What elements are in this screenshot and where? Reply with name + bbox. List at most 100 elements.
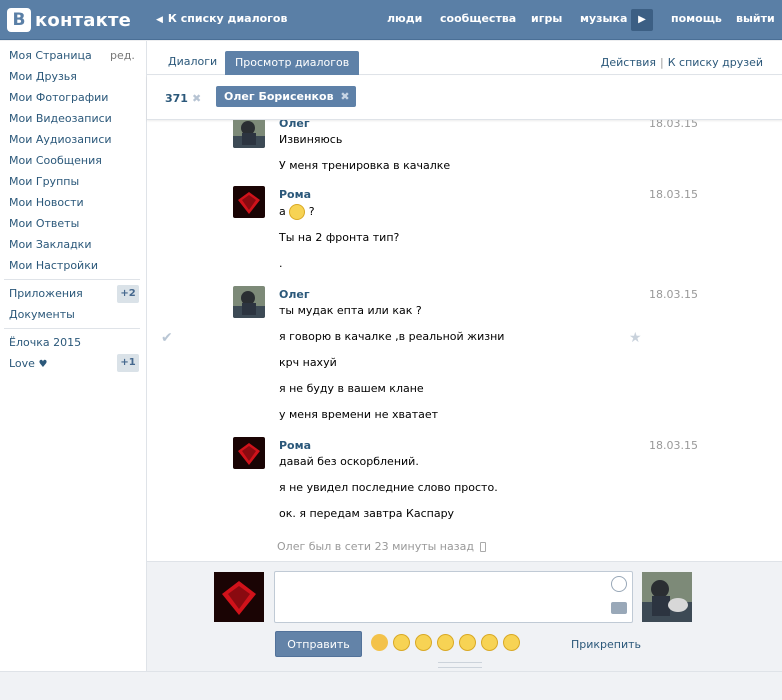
actions-link[interactable]: Действия	[601, 56, 656, 69]
message-history[interactable]: Олег 18.03.15 Извиняюсь У меня тренировк…	[147, 120, 782, 561]
to-friends-link[interactable]: К списку друзей	[668, 56, 763, 69]
message-text: я говорю в качалке ,в реальной жизни	[279, 330, 505, 343]
message-text: а ?	[279, 204, 315, 220]
vk-logo[interactable]: В контакте	[7, 7, 131, 33]
message-text: крч нахуй	[279, 356, 337, 369]
sidebar-item-love[interactable]: Love ♥	[9, 354, 47, 374]
play-icon[interactable]: ▶	[631, 9, 653, 31]
dialog-chips: 371 ✖ Олег Борисенков ✖	[147, 76, 782, 120]
nav-logout[interactable]: выйти	[736, 12, 775, 25]
sidebar-item-documents[interactable]: Документы	[9, 305, 75, 325]
message-author[interactable]: Олег	[279, 288, 310, 301]
neutral-face-emoji-icon[interactable]	[393, 634, 410, 651]
nav-help[interactable]: помощь	[671, 12, 722, 25]
nav-communities[interactable]: сообщества	[440, 12, 516, 25]
grinning-face-emoji-icon[interactable]	[459, 634, 476, 651]
message-text: Ты на 2 фронта тип?	[279, 231, 400, 244]
message-text: у меня времени не хватает	[279, 408, 439, 421]
sidebar-item-photos[interactable]: Мои Фотографии	[9, 88, 108, 108]
love-label: Love	[9, 357, 35, 370]
nav-music[interactable]: музыка	[580, 12, 627, 25]
main-panel: Диалоги Просмотр диалогов Действия | К спи…	[146, 41, 782, 671]
top-header: В контакте ◀ К списку диалогов люди сообщ…	[0, 0, 782, 40]
message-date: 18.03.15	[649, 120, 698, 130]
sidebar-item-news[interactable]: Мои Новости	[9, 193, 84, 213]
logo-badge: В	[7, 8, 31, 32]
close-icon[interactable]: ✖	[192, 92, 201, 105]
nav-people[interactable]: люди	[387, 12, 422, 25]
message-input[interactable]	[274, 571, 633, 623]
sidebar-item-audio[interactable]: Мои Аудиозаписи	[9, 130, 112, 150]
bottom-strip	[0, 671, 782, 700]
online-status: Олег был в сети 23 минуты назад	[277, 540, 487, 553]
disappointed-face-emoji-icon[interactable]	[481, 634, 498, 651]
message-text: .	[279, 257, 283, 270]
recipient-avatar[interactable]	[642, 572, 692, 622]
nav-games[interactable]: игры	[531, 12, 562, 25]
send-button[interactable]: Отправить	[275, 631, 362, 657]
sidebar-item-groups[interactable]: Мои Группы	[9, 172, 79, 192]
message-date: 18.03.15	[649, 188, 698, 201]
mobile-icon	[480, 542, 487, 552]
actions-links: Действия | К списку друзей	[601, 56, 763, 69]
smiley-icon[interactable]	[611, 576, 627, 592]
sidebar-item-friends[interactable]: Мои Друзья	[9, 67, 77, 87]
close-icon[interactable]: ✖	[340, 86, 349, 107]
sidebar-item-game[interactable]: Ёлочка 2015	[9, 333, 81, 353]
checkmark-icon[interactable]: ✔	[161, 330, 173, 346]
sidebar-item-answers[interactable]: Мои Ответы	[9, 214, 79, 234]
attach-link[interactable]: Прикрепить	[571, 638, 641, 651]
message-text-part: а	[279, 205, 286, 218]
left-sidebar: Моя Страница ред. Мои Друзья Мои Фотогра…	[0, 41, 146, 671]
message-date: 18.03.15	[649, 288, 698, 301]
message-date: 18.03.15	[649, 439, 698, 452]
message-text: я не увидел последние слово просто.	[279, 481, 498, 494]
divider: |	[660, 56, 664, 69]
tab-view-dialogs[interactable]: Просмотр диалогов	[225, 51, 360, 75]
message-text: ок. я передам завтра Каспару	[279, 507, 455, 520]
sidebar-divider	[4, 328, 140, 329]
message-text: Извиняюсь	[279, 133, 343, 146]
avatar[interactable]	[233, 437, 265, 469]
relieved-face-emoji-icon[interactable]	[415, 634, 432, 651]
sidebar-edit-link[interactable]: ред.	[110, 49, 135, 62]
apps-badge[interactable]: +2	[117, 285, 139, 303]
astonished-face-emoji-icon[interactable]	[503, 634, 520, 651]
avatar[interactable]	[233, 186, 265, 218]
resize-handle[interactable]	[438, 662, 482, 668]
back-to-dialogs-link[interactable]: ◀ К списку диалогов	[156, 12, 287, 25]
chevron-left-icon: ◀	[156, 15, 163, 25]
message-author[interactable]: Рома	[279, 439, 311, 452]
avatar[interactable]	[233, 286, 265, 318]
message-author[interactable]: Рома	[279, 188, 311, 201]
avatar[interactable]	[233, 120, 265, 148]
heart-icon: ♥	[38, 359, 48, 370]
sidebar-item-videos[interactable]: Мои Видеозаписи	[9, 109, 112, 129]
active-dialog-name: Олег Борисенков	[224, 90, 334, 103]
message-text: У меня тренировка в качалке	[279, 159, 451, 172]
dialog-count-chip[interactable]: 371	[165, 92, 188, 105]
camera-icon[interactable]	[611, 602, 627, 614]
tab-dialogs[interactable]: Диалоги	[168, 55, 217, 68]
sidebar-item-apps[interactable]: Приложения	[9, 284, 83, 304]
neutral-smiley-icon	[289, 204, 306, 220]
love-badge[interactable]: +1	[117, 354, 139, 372]
sidebar-item-bookmarks[interactable]: Мои Закладки	[9, 235, 91, 255]
message-author[interactable]: Олег	[279, 120, 310, 130]
message-text: я не буду в вашем клане	[279, 382, 424, 395]
active-dialog-chip[interactable]: Олег Борисенков ✖	[216, 86, 356, 107]
tabs-bar: Диалоги Просмотр диалогов Действия | К спи…	[147, 41, 782, 75]
flushed-face-emoji-icon[interactable]	[437, 634, 454, 651]
message-text-part: ?	[308, 205, 315, 218]
back-to-dialogs-label: К списку диалогов	[167, 12, 288, 25]
online-status-text: Олег был в сети 23 минуты назад	[277, 540, 474, 553]
sidebar-item-messages[interactable]: Мои Сообщения	[9, 151, 102, 171]
victory-hand-emoji-icon[interactable]	[371, 634, 388, 651]
message-composer: Отправить Прикрепить	[147, 561, 782, 671]
star-icon[interactable]: ★	[629, 330, 642, 346]
my-avatar[interactable]	[214, 572, 264, 622]
sidebar-item-settings[interactable]: Мои Настройки	[9, 256, 98, 276]
sidebar-item-my-page[interactable]: Моя Страница	[9, 46, 92, 66]
sidebar-divider	[4, 279, 140, 280]
message-text: давай без оскорблений.	[279, 455, 419, 468]
